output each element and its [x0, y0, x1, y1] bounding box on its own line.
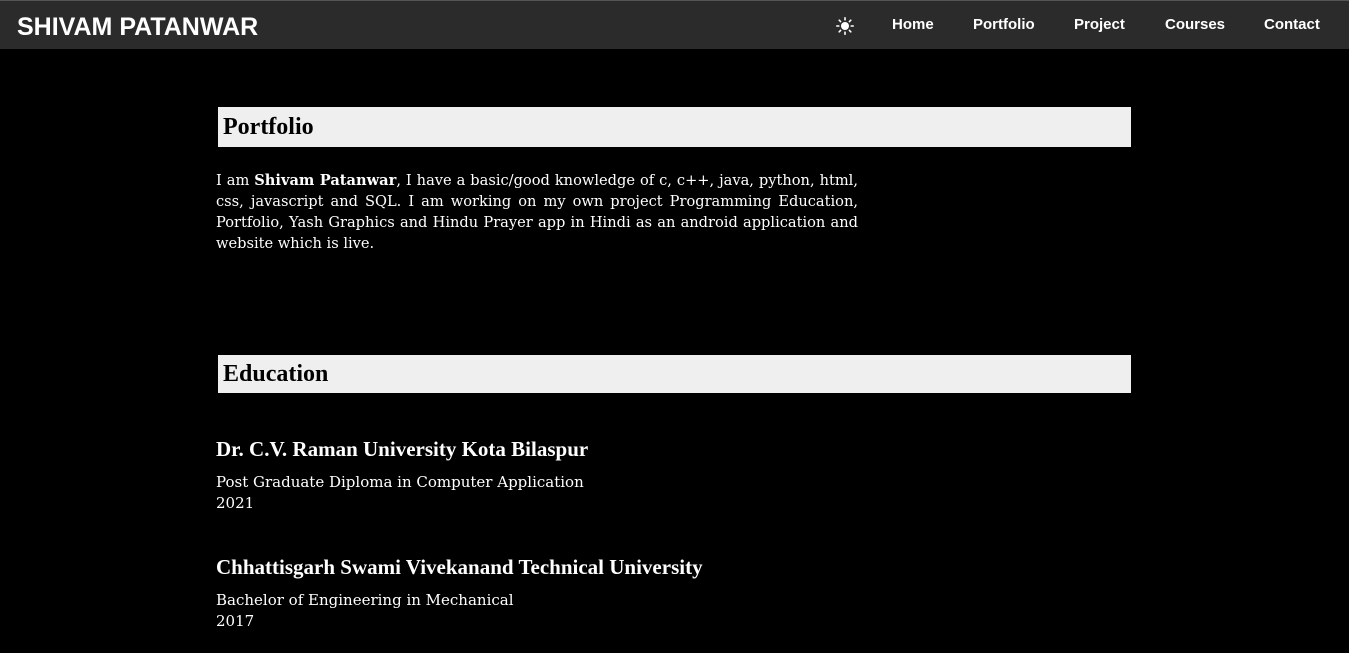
top-navbar: SHIVAM PATANWAR Home Portfolio Project C… — [0, 0, 1349, 49]
portfolio-intro: I am Shivam Patanwar, I have a basic/goo… — [216, 170, 858, 254]
nav-project-link[interactable]: Project — [1074, 16, 1125, 34]
nav-contact-link[interactable]: Contact — [1264, 16, 1320, 34]
education-degree: Bachelor of Engineering in Mechanical — [216, 591, 514, 609]
intro-name: Shivam Patanwar — [254, 172, 397, 189]
nav-portfolio-link[interactable]: Portfolio — [973, 16, 1035, 34]
education-institution: Dr. C.V. Raman University Kota Bilaspur — [216, 437, 589, 461]
theme-toggle-button[interactable] — [834, 15, 856, 37]
portfolio-heading: Portfolio — [218, 107, 1131, 147]
intro-prefix: I am — [216, 172, 255, 189]
education-degree: Post Graduate Diploma in Computer Applic… — [216, 473, 584, 491]
sun-icon — [836, 17, 854, 35]
education-institution: Chhattisgarh Swami Vivekanand Technical … — [216, 555, 703, 579]
education-year: 2017 — [216, 612, 255, 630]
nav-courses-link[interactable]: Courses — [1165, 16, 1225, 34]
education-heading: Education — [218, 355, 1131, 393]
education-year: 2021 — [216, 494, 255, 512]
nav-home-link[interactable]: Home — [892, 16, 934, 34]
site-brand[interactable]: SHIVAM PATANWAR — [17, 13, 258, 41]
